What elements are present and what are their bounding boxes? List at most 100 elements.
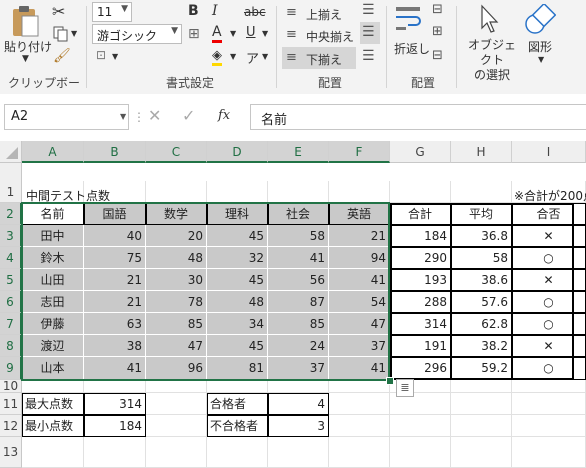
data-cell[interactable]: 40 bbox=[84, 225, 146, 247]
cell[interactable] bbox=[390, 181, 451, 203]
header-cell[interactable]: 国語 bbox=[84, 203, 146, 225]
cell[interactable] bbox=[451, 393, 512, 415]
data-cell[interactable]: 山本 bbox=[22, 357, 84, 380]
data-cell[interactable]: 38 bbox=[84, 335, 146, 357]
enter-icon[interactable]: ✓ bbox=[182, 106, 195, 125]
select-object-button[interactable]: オブジェクト の選択 bbox=[464, 38, 520, 83]
data-cell[interactable]: 48 bbox=[207, 291, 268, 313]
stat-value[interactable]: 314 bbox=[84, 393, 146, 415]
data-cell[interactable]: 81 bbox=[207, 357, 268, 380]
cell[interactable] bbox=[329, 415, 390, 437]
cell[interactable] bbox=[207, 380, 268, 393]
row-header-5[interactable]: 5 bbox=[0, 269, 22, 291]
wrap-text-icon[interactable] bbox=[394, 4, 424, 34]
pass-value[interactable]: 4 bbox=[268, 393, 329, 415]
cursor-icon[interactable] bbox=[478, 4, 500, 34]
cell[interactable] bbox=[146, 380, 207, 393]
data-cell[interactable]: 志田 bbox=[22, 291, 84, 313]
row-header-11[interactable]: 11 bbox=[0, 393, 22, 415]
data-cell[interactable]: 24 bbox=[268, 335, 329, 357]
underline-dropdown-icon[interactable]: ▼ bbox=[262, 29, 268, 38]
align-bottom-icon[interactable]: ≡ bbox=[286, 50, 297, 65]
data-cell[interactable]: 193 bbox=[390, 269, 451, 291]
cell[interactable] bbox=[512, 393, 586, 415]
row-header-4[interactable]: 4 bbox=[0, 247, 22, 269]
data-cell[interactable]: 32 bbox=[207, 247, 268, 269]
data-cell[interactable]: 37 bbox=[329, 335, 390, 357]
header-cell[interactable]: 理科 bbox=[207, 203, 268, 225]
data-cell[interactable]: 63 bbox=[84, 313, 146, 335]
strikethrough-button[interactable]: abc bbox=[244, 5, 266, 19]
data-cell[interactable]: 21 bbox=[329, 225, 390, 247]
fill-color-dropdown-icon[interactable]: ▼ bbox=[230, 52, 236, 61]
shapes-dropdown-icon[interactable]: ▼ bbox=[538, 55, 544, 64]
data-cell[interactable]: ○ bbox=[512, 247, 586, 269]
pass-label[interactable]: 合格者 bbox=[207, 393, 268, 415]
column-header-b[interactable]: B bbox=[84, 141, 146, 163]
data-cell[interactable]: 62.8 bbox=[451, 313, 512, 335]
data-cell[interactable]: 34 bbox=[207, 313, 268, 335]
header-cell[interactable]: 社会 bbox=[268, 203, 329, 225]
data-cell[interactable]: 20 bbox=[146, 225, 207, 247]
data-cell[interactable]: 渡辺 bbox=[22, 335, 84, 357]
cell[interactable] bbox=[451, 437, 512, 468]
data-cell[interactable]: 85 bbox=[268, 313, 329, 335]
header-cell[interactable]: 合計 bbox=[390, 203, 451, 225]
insert-function-icon[interactable]: fx bbox=[218, 108, 230, 123]
shapes-icon[interactable] bbox=[524, 4, 556, 36]
data-cell[interactable]: 57.6 bbox=[451, 291, 512, 313]
data-cell[interactable]: 290 bbox=[390, 247, 451, 269]
cell[interactable] bbox=[451, 380, 512, 393]
copy-icon[interactable] bbox=[53, 26, 69, 42]
shapes-button[interactable]: 図形 bbox=[528, 38, 552, 55]
data-cell[interactable]: 21 bbox=[84, 291, 146, 313]
quick-analysis-icon[interactable]: ≣ bbox=[396, 379, 414, 397]
row-header-7[interactable]: 7 bbox=[0, 313, 22, 335]
cell[interactable] bbox=[146, 181, 207, 203]
column-header-f[interactable]: F bbox=[329, 141, 390, 163]
data-cell[interactable]: ○ bbox=[512, 313, 586, 335]
fill-color-icon[interactable]: ◈ bbox=[212, 48, 222, 66]
data-cell[interactable]: 59.2 bbox=[451, 357, 512, 380]
copy-dropdown-icon[interactable]: ▼ bbox=[71, 29, 77, 38]
outdent-icon[interactable]: ⊟ bbox=[432, 48, 443, 63]
data-cell[interactable]: 85 bbox=[146, 313, 207, 335]
row-header-12[interactable]: 12 bbox=[0, 415, 22, 437]
cell[interactable] bbox=[390, 437, 451, 468]
bold-button[interactable]: B bbox=[188, 3, 199, 19]
cell[interactable] bbox=[329, 380, 390, 393]
align-middle-button[interactable]: 中央揃え bbox=[306, 28, 354, 45]
data-cell[interactable]: 96 bbox=[146, 357, 207, 380]
data-cell[interactable]: 75 bbox=[84, 247, 146, 269]
format-painter-icon[interactable]: 🖌 bbox=[53, 48, 71, 64]
data-cell[interactable]: 38.6 bbox=[451, 269, 512, 291]
paste-icon[interactable] bbox=[8, 4, 42, 38]
align-top-icon[interactable]: ≡ bbox=[286, 5, 297, 20]
column-header-e[interactable]: E bbox=[268, 141, 329, 163]
column-header-h[interactable]: H bbox=[451, 141, 512, 163]
data-cell[interactable]: 30 bbox=[146, 269, 207, 291]
stat-value[interactable]: 184 bbox=[84, 415, 146, 437]
data-cell[interactable]: 78 bbox=[146, 291, 207, 313]
font-name-select[interactable]: 游ゴシック ▼ bbox=[92, 24, 182, 44]
data-cell[interactable]: 45 bbox=[207, 225, 268, 247]
cell[interactable] bbox=[268, 380, 329, 393]
cell[interactable] bbox=[22, 380, 84, 393]
row-header-1[interactable]: 1 bbox=[0, 181, 22, 203]
wrap-text-button[interactable]: 折返し bbox=[394, 40, 430, 57]
cell[interactable] bbox=[268, 181, 329, 203]
border-style-icon[interactable]: ⊡ bbox=[96, 48, 106, 62]
header-cell[interactable]: 英語 bbox=[329, 203, 390, 225]
data-cell[interactable]: 山田 bbox=[22, 269, 84, 291]
data-cell[interactable]: 37 bbox=[268, 357, 329, 380]
name-box-dropdown-icon[interactable]: ▼ bbox=[120, 112, 126, 121]
cell[interactable] bbox=[451, 181, 512, 203]
cell[interactable] bbox=[146, 437, 207, 468]
data-cell[interactable]: 41 bbox=[329, 269, 390, 291]
data-cell[interactable]: ○ bbox=[512, 357, 586, 380]
indent-icon[interactable]: ⊞ bbox=[432, 24, 443, 39]
cell[interactable] bbox=[390, 415, 451, 437]
merge-icon[interactable]: ⊟ bbox=[432, 2, 443, 17]
stat-label[interactable]: 最小点数 bbox=[22, 415, 84, 437]
phonetic-dropdown-icon[interactable]: ▼ bbox=[262, 52, 268, 61]
